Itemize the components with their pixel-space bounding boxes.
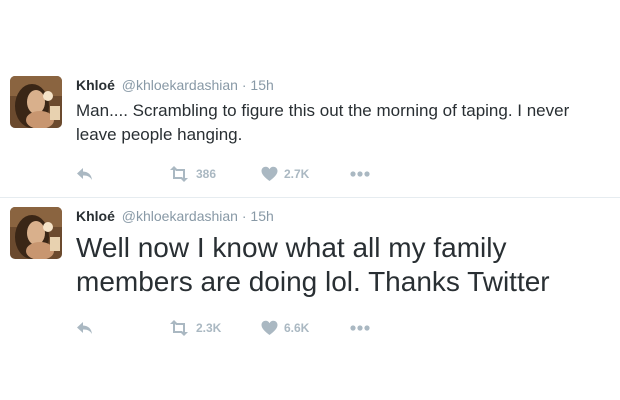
more-button[interactable]: [349, 164, 371, 184]
separator-dot: ·: [241, 77, 247, 93]
tweet: Khloé @khloekardashian · 15h Man.... Scr…: [0, 68, 620, 198]
tweet-header: Khloé @khloekardashian · 15h: [76, 76, 274, 94]
separator-dot: ·: [241, 208, 247, 224]
tweet-actions: 386 2.7K: [76, 164, 406, 184]
author-handle[interactable]: @khloekardashian: [122, 77, 238, 93]
heart-icon: [261, 166, 278, 181]
author-name[interactable]: Khloé: [76, 208, 115, 224]
more-icon: [350, 325, 370, 331]
author-name[interactable]: Khloé: [76, 77, 115, 93]
like-count: 2.7K: [284, 167, 310, 181]
retweet-count: 2.3K: [196, 321, 222, 335]
like-button[interactable]: 2.7K: [261, 164, 309, 184]
more-button[interactable]: [349, 318, 371, 338]
avatar[interactable]: [10, 76, 62, 128]
reply-button[interactable]: [76, 318, 94, 338]
retweet-icon: [170, 320, 188, 336]
tweet-text: Man.... Scrambling to figure this out th…: [76, 101, 570, 144]
retweet-icon: [170, 166, 188, 182]
reply-icon: [77, 168, 92, 180]
more-icon: [350, 171, 370, 177]
like-count: 6.6K: [284, 321, 310, 335]
author-handle[interactable]: @khloekardashian: [122, 208, 238, 224]
tweet-timestamp[interactable]: 15h: [250, 77, 273, 93]
tweet-feed: Khloé @khloekardashian · 15h Man.... Scr…: [0, 0, 620, 400]
tweet-timestamp[interactable]: 15h: [250, 208, 273, 224]
tweet-divider: [0, 197, 620, 198]
reply-icon: [77, 322, 92, 334]
heart-icon: [261, 320, 278, 335]
retweet-button[interactable]: 386: [168, 164, 216, 184]
tweet: Khloé @khloekardashian · 15h Well now I …: [0, 199, 620, 349]
tweet-text: Well now I know what all my family membe…: [76, 232, 550, 297]
retweet-count: 386: [196, 167, 217, 181]
avatar[interactable]: [10, 207, 62, 259]
tweet-header: Khloé @khloekardashian · 15h: [76, 207, 274, 225]
tweet-actions: 2.3K 6.6K: [76, 318, 406, 338]
reply-button[interactable]: [76, 164, 94, 184]
like-button[interactable]: 6.6K: [261, 318, 309, 338]
retweet-button[interactable]: 2.3K: [168, 318, 221, 338]
